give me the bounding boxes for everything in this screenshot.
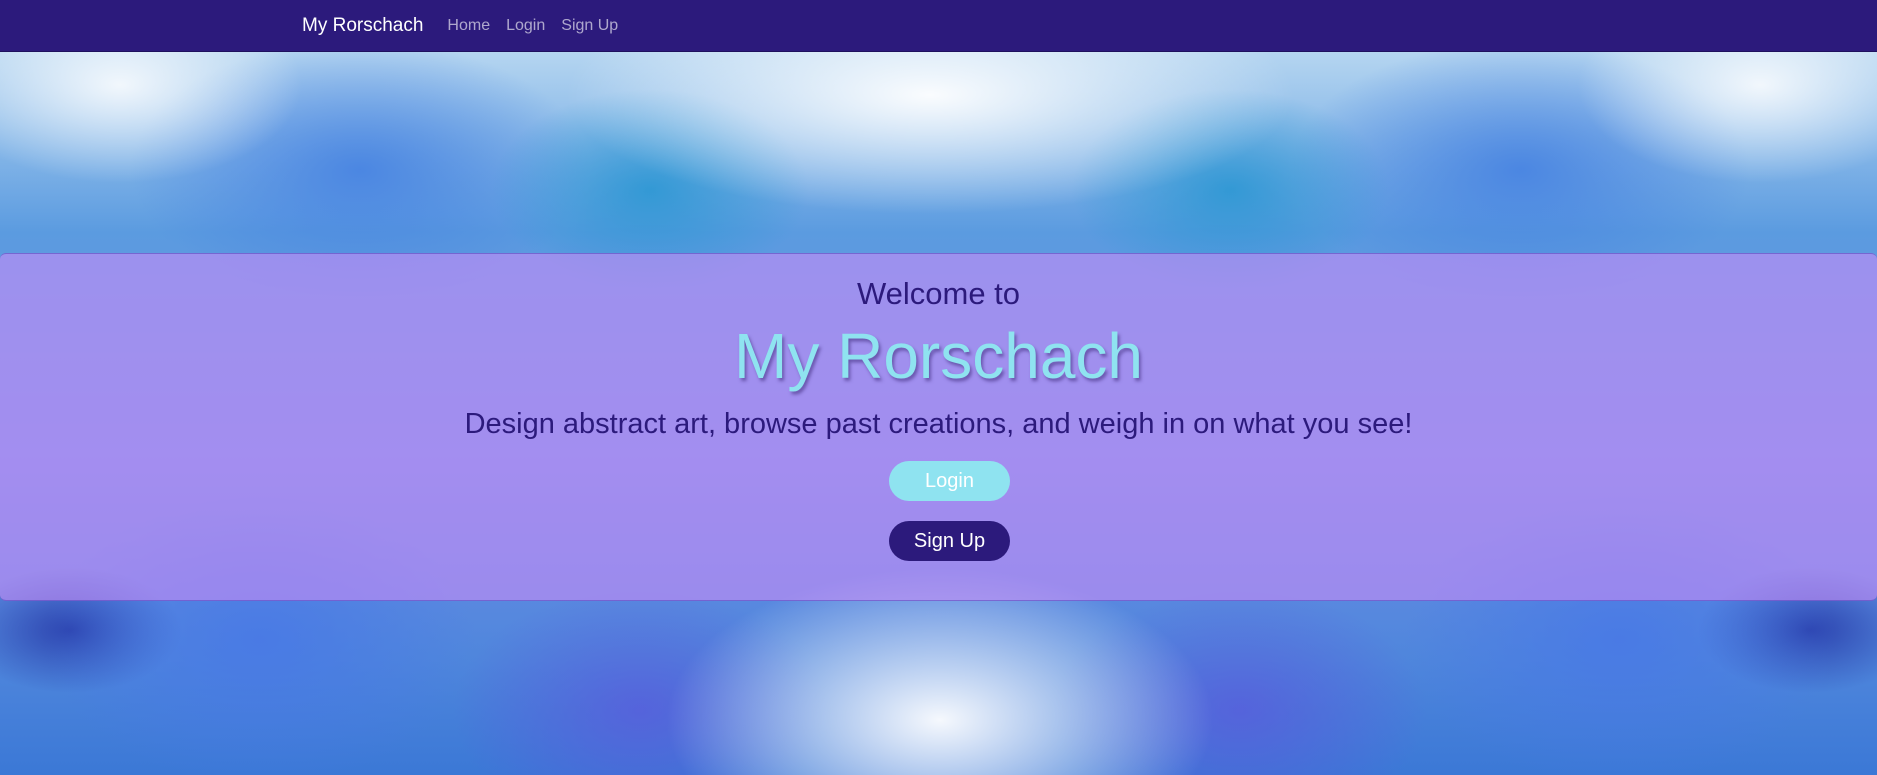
navbar: My Rorschach Home Login Sign Up — [0, 0, 1877, 52]
signup-button[interactable]: Sign Up — [889, 521, 1010, 561]
login-button[interactable]: Login — [889, 461, 1010, 501]
hero-welcome-text: Welcome to — [0, 274, 1877, 314]
nav-link-signup[interactable]: Sign Up — [561, 17, 618, 35]
hero-tagline: Design abstract art, browse past creatio… — [0, 404, 1877, 444]
navbar-brand[interactable]: My Rorschach — [302, 15, 423, 37]
nav-link-login[interactable]: Login — [506, 17, 545, 35]
hero-title: My Rorschach — [0, 318, 1877, 394]
nav-link-home[interactable]: Home — [447, 17, 490, 35]
hero-panel: Welcome to My Rorschach Design abstract … — [0, 253, 1877, 601]
